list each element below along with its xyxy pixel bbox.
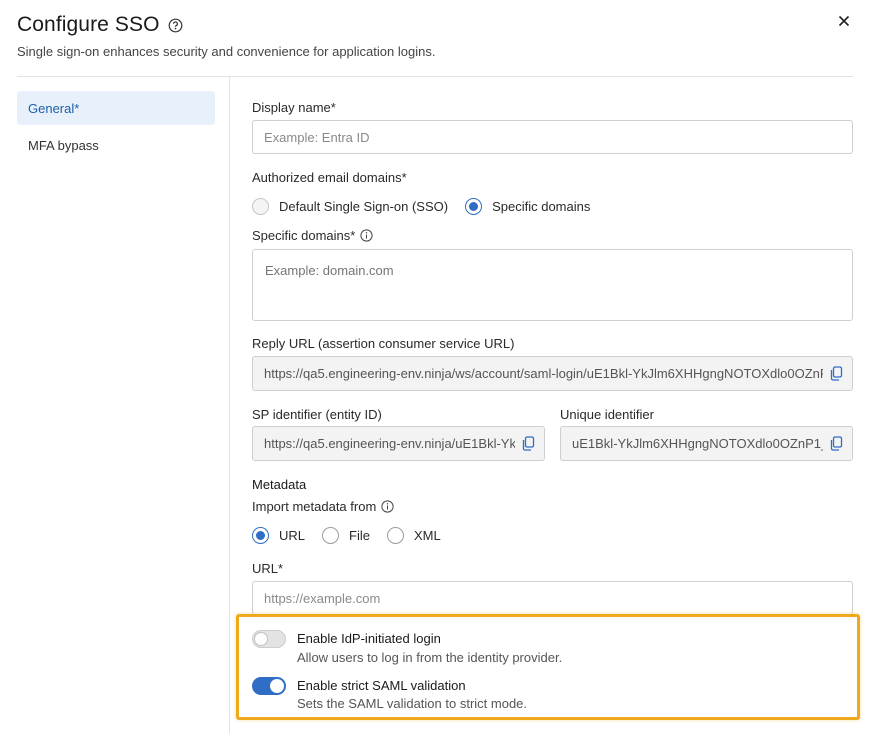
radio-url[interactable]: URL	[252, 527, 305, 544]
import-metadata-label: Import metadata from	[252, 499, 394, 514]
specific-domains-textarea[interactable]	[252, 249, 853, 321]
url-input[interactable]: https://example.com	[252, 581, 853, 615]
page-title: Configure SSO	[17, 13, 160, 36]
info-icon[interactable]	[360, 229, 373, 242]
nav-item-general[interactable]: General*	[17, 91, 215, 125]
help-circle-icon[interactable]	[168, 18, 183, 33]
display-name-placeholder: Example: Entra ID	[264, 129, 370, 145]
unique-identifier-field: uE1Bkl-YkJlm6XHHgngNOTOXdlo0OZnP1_	[560, 426, 853, 461]
sp-identifier-label: SP identifier (entity ID)	[252, 407, 382, 422]
header-divider	[17, 76, 853, 77]
sidebar-divider	[229, 77, 230, 733]
strict-saml-validation-description: Sets the SAML validation to strict mode.	[297, 696, 528, 711]
strict-saml-validation-toggle[interactable]	[252, 677, 286, 695]
radio-label: Specific domains	[492, 199, 591, 214]
toggle-knob	[270, 679, 284, 693]
unique-identifier-value: uE1Bkl-YkJlm6XHHgngNOTOXdlo0OZnP1_	[572, 436, 823, 451]
url-placeholder: https://example.com	[264, 590, 381, 606]
radio-label: Default Single Sign-on (SSO)	[279, 199, 449, 214]
idp-initiated-login-title: Enable IdP-initiated login	[297, 631, 441, 646]
toggle-knob	[254, 632, 268, 646]
authorized-domains-label: Authorized email domains*	[252, 170, 407, 185]
idp-initiated-login-toggle[interactable]	[252, 630, 286, 648]
radio-label: XML	[413, 528, 441, 543]
url-label: URL*	[252, 561, 284, 576]
radio-specific-domains[interactable]: Specific domains	[465, 198, 590, 215]
copy-icon[interactable]	[829, 366, 843, 381]
sp-identifier-value: https://qa5.engineering-env.ninja/uE1Bkl…	[264, 436, 515, 451]
radio-circle-selected	[465, 198, 483, 215]
close-button[interactable]	[834, 11, 854, 31]
unique-identifier-label: Unique identifier	[560, 407, 654, 422]
copy-icon[interactable]	[829, 436, 843, 451]
nav-item-label: MFA bypass	[28, 137, 99, 153]
radio-default-sso[interactable]: Default Single Sign-on (SSO)	[252, 198, 448, 215]
display-name-input[interactable]: Example: Entra ID	[252, 120, 853, 154]
radio-label: URL	[279, 528, 306, 543]
radio-circle	[386, 527, 404, 544]
import-metadata-label-text: Import metadata from	[252, 499, 377, 514]
radio-circle-selected	[252, 527, 269, 544]
info-icon[interactable]	[381, 500, 394, 513]
radio-file[interactable]: File	[322, 527, 370, 544]
specific-domains-label-text: Specific domains*	[252, 228, 356, 243]
close-icon	[838, 15, 850, 27]
metadata-heading: Metadata	[252, 477, 307, 492]
metadata-source-radio-group: URL File XML	[252, 527, 458, 544]
dialog-subtitle: Single sign-on enhances security and con…	[17, 44, 436, 59]
reply-url-field: https://qa5.engineering-env.ninja/ws/acc…	[252, 356, 853, 391]
strict-saml-validation-title: Enable strict SAML validation	[297, 678, 466, 693]
reply-url-label: Reply URL (assertion consumer service UR…	[252, 336, 515, 351]
copy-icon[interactable]	[521, 436, 535, 451]
radio-circle	[252, 198, 269, 215]
nav-item-mfa-bypass[interactable]: MFA bypass	[17, 128, 215, 162]
reply-url-value: https://qa5.engineering-env.ninja/ws/acc…	[264, 366, 823, 381]
specific-domains-label: Specific domains*	[252, 228, 373, 243]
radio-xml[interactable]: XML	[386, 527, 441, 544]
dialog-header: Configure SSO	[17, 12, 183, 38]
display-name-label: Display name*	[252, 100, 336, 115]
radio-circle	[322, 527, 340, 544]
authorized-domains-radio-group: Default Single Sign-on (SSO) Specific do…	[252, 198, 607, 215]
idp-initiated-login-description: Allow users to log in from the identity …	[297, 650, 563, 665]
nav-item-label: General*	[28, 100, 80, 116]
radio-label: File	[349, 528, 370, 543]
sp-identifier-field: https://qa5.engineering-env.ninja/uE1Bkl…	[252, 426, 545, 461]
